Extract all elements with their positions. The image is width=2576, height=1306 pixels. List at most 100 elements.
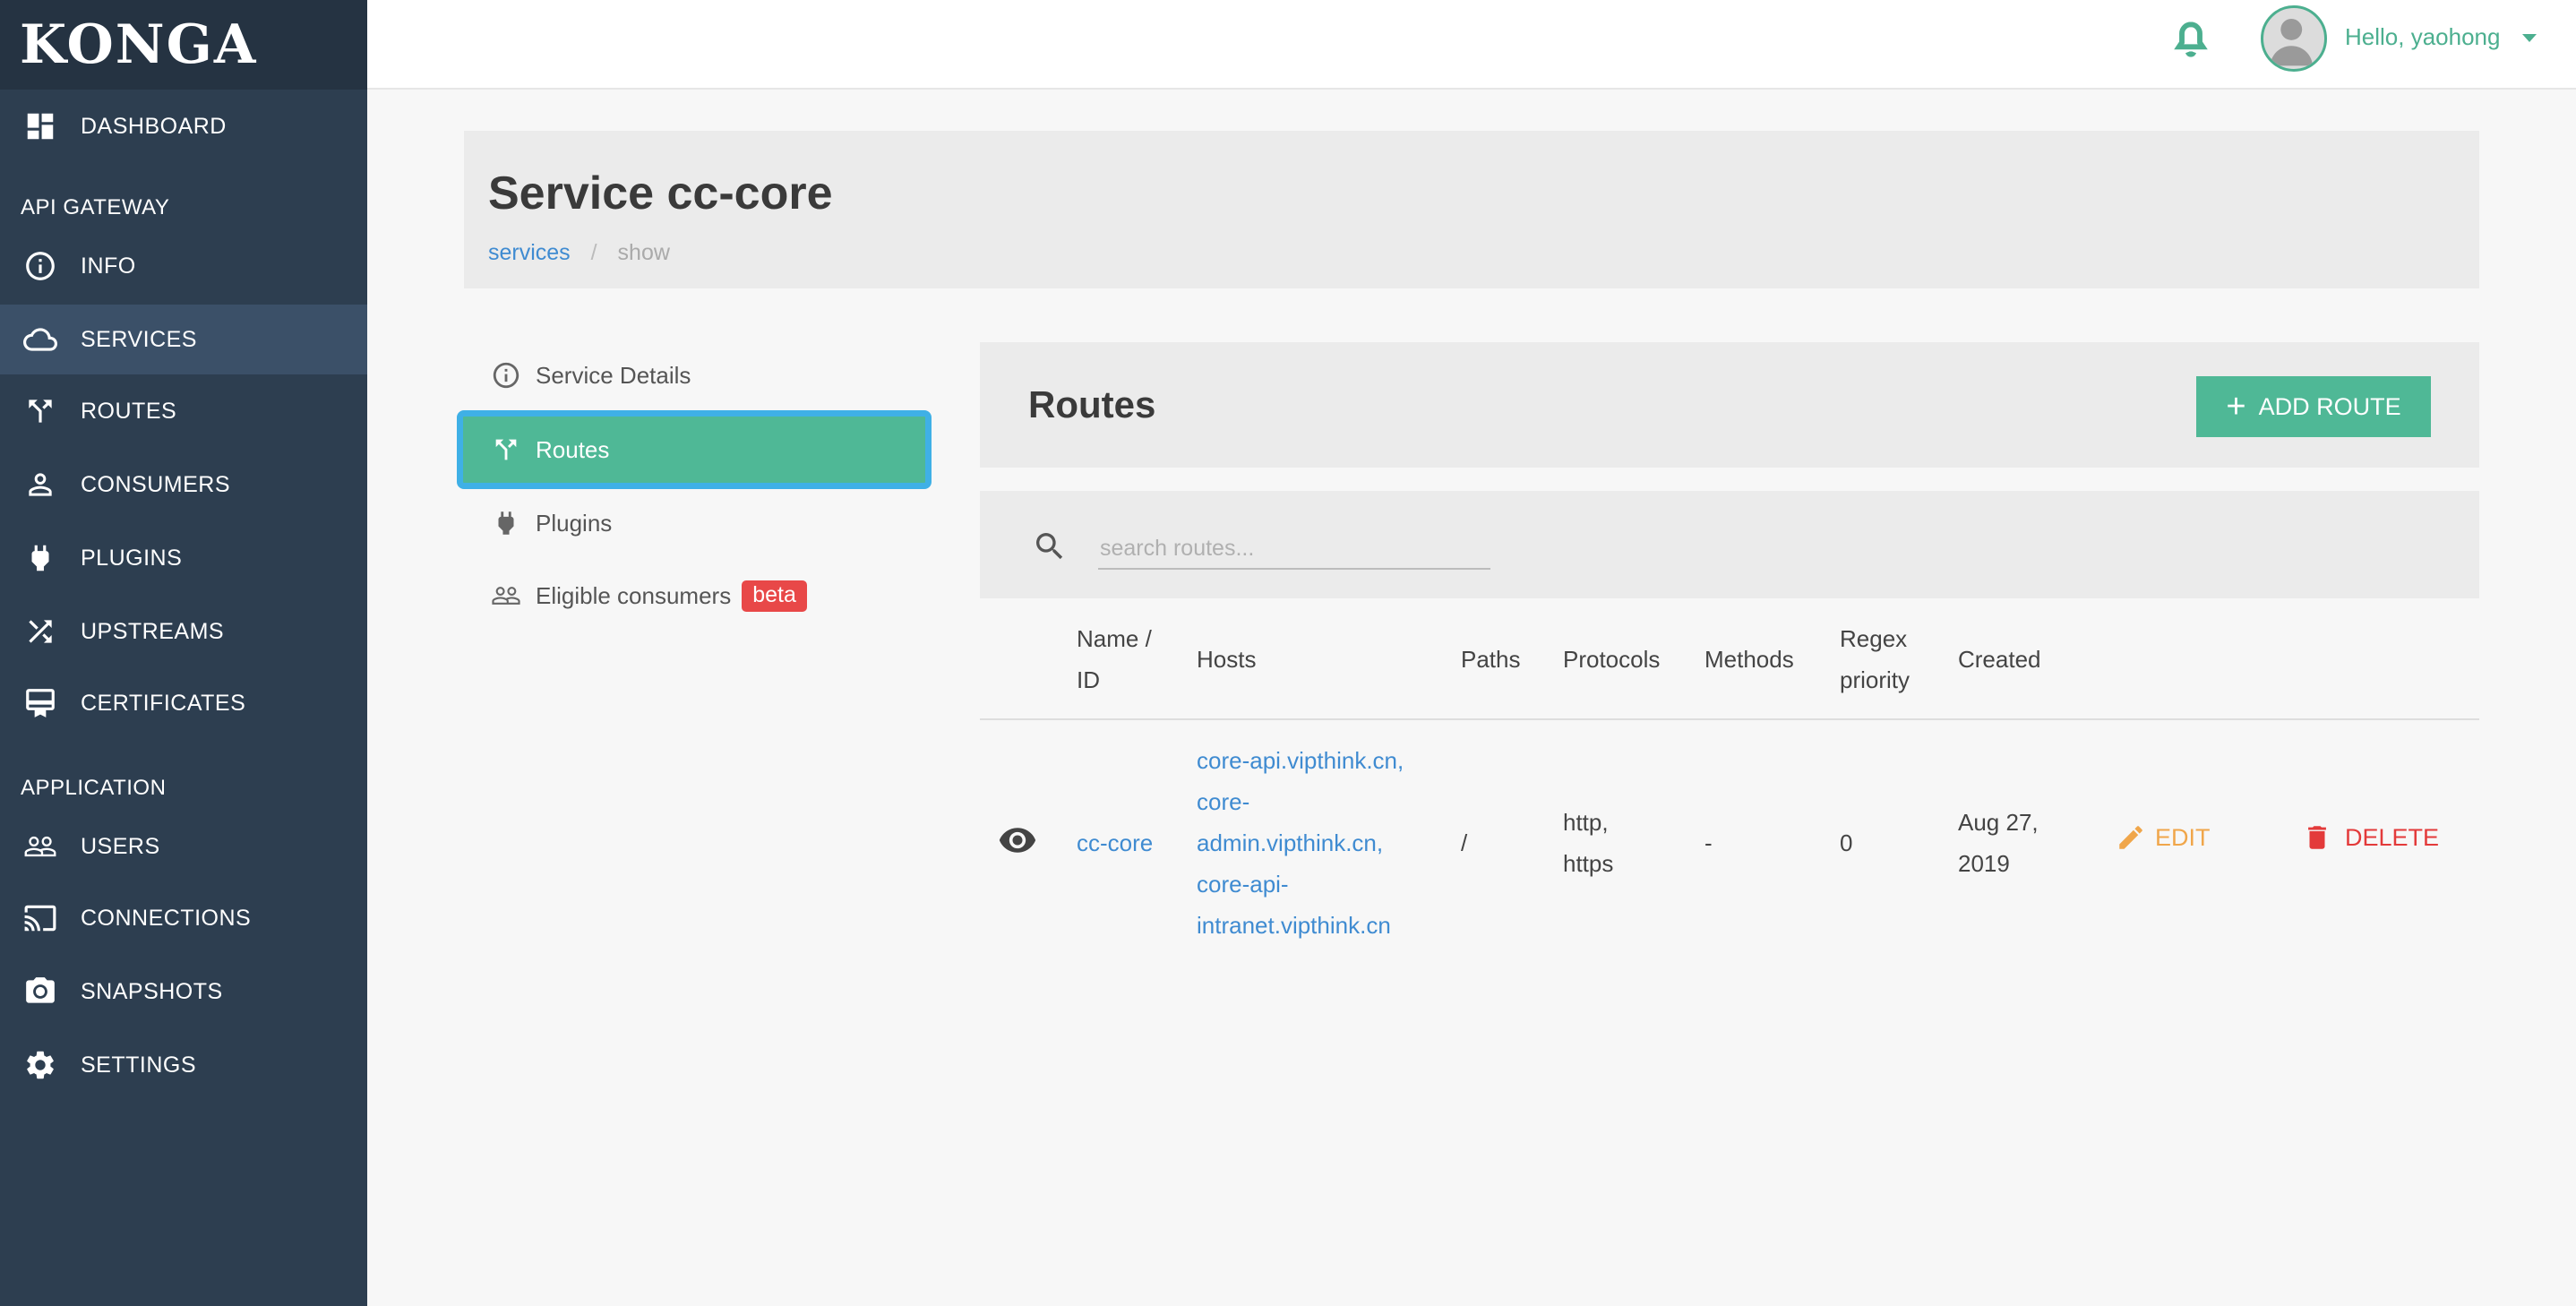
routes-title: Routes: [1028, 383, 1156, 425]
info-icon: [489, 358, 523, 392]
avatar[interactable]: [2261, 5, 2327, 72]
sidebar-item-users[interactable]: USERS: [0, 812, 367, 881]
plus-icon: +: [2226, 388, 2246, 425]
sidebar-item-label: CERTIFICATES: [81, 690, 246, 716]
sidebar-item-settings[interactable]: SETTINGS: [0, 1030, 367, 1100]
submenu-label: Eligible consumers: [536, 581, 732, 609]
route-hosts: core-api.vipthink.cn, core- admin.vipthi…: [1197, 740, 1404, 946]
konga-logo[interactable]: KONGA: [0, 0, 367, 90]
pencil-icon: [2119, 826, 2142, 849]
user-menu-greeting[interactable]: Hello, yaohong: [2345, 23, 2500, 51]
sidebar-item-connections[interactable]: CONNECTIONS: [0, 883, 367, 953]
bell-icon[interactable]: [2173, 20, 2209, 59]
col-paths[interactable]: Paths: [1461, 639, 1521, 680]
sidebar-item-label: ROUTES: [81, 398, 177, 424]
col-methods[interactable]: Methods: [1704, 639, 1794, 680]
info-icon: [21, 247, 59, 285]
person-icon: [21, 466, 59, 503]
breadcrumb-current: show: [617, 240, 670, 265]
submenu-plugins[interactable]: Plugins: [464, 492, 921, 554]
col-regex-priority[interactable]: Regex priority: [1840, 618, 1910, 700]
protocol-line: https: [1563, 850, 1614, 877]
add-route-button[interactable]: + ADD ROUTE: [2196, 376, 2431, 437]
sidebar-item-snapshots[interactable]: SNAPSHOTS: [0, 957, 367, 1027]
host-line: core-: [1197, 788, 1250, 815]
certificate-icon: [21, 684, 59, 722]
section-application: APPLICATION: [21, 776, 167, 800]
sidebar-item-dashboard[interactable]: DASHBOARD: [0, 91, 367, 161]
host-line: intranet.vipthink.cn: [1197, 912, 1391, 939]
route-name-link[interactable]: cc-core: [1077, 822, 1153, 864]
host-line: admin.vipthink.cn,: [1197, 829, 1384, 856]
route-regex-priority: 0: [1840, 829, 1853, 856]
sidebar-item-label: SNAPSHOTS: [81, 978, 223, 1004]
search-icon: [1032, 528, 1068, 564]
sidebar-item-label: SETTINGS: [81, 1052, 197, 1078]
col-name-line1: Name /: [1077, 625, 1152, 652]
created-line: Aug 27,: [1958, 809, 2039, 836]
search-routes-input[interactable]: [1098, 528, 1490, 570]
created-line: 2019: [1958, 850, 2010, 877]
dashboard-icon: [21, 107, 59, 145]
routes-icon: [489, 433, 523, 467]
host-line: core-api-: [1197, 871, 1289, 898]
page-title: Service cc-core: [488, 168, 833, 219]
page-header: Service cc-core services / show: [464, 131, 2479, 288]
edit-label: EDIT: [2155, 823, 2211, 851]
route-created: Aug 27, 2019: [1958, 802, 2039, 884]
col-name-line2: ID: [1077, 666, 1100, 693]
sidebar-item-label: DASHBOARD: [81, 113, 227, 139]
delete-label: DELETE: [2345, 823, 2440, 851]
chevron-down-icon[interactable]: [2522, 34, 2537, 42]
table-header: Name / ID Hosts Paths Protocols Methods …: [980, 600, 2479, 720]
trash-icon: [2308, 826, 2326, 849]
route-methods: -: [1704, 829, 1713, 856]
plug-icon: [21, 539, 59, 577]
breadcrumb: services / show: [488, 240, 670, 266]
submenu-label: Routes: [536, 435, 610, 463]
submenu-routes[interactable]: Routes: [464, 418, 921, 481]
host-line: core-api.vipthink.cn,: [1197, 747, 1404, 774]
sidebar-item-plugins[interactable]: PLUGINS: [0, 523, 367, 593]
eye-icon[interactable]: [998, 821, 1037, 860]
plug-icon: [489, 506, 523, 540]
sidebar: KONGA DASHBOARD API GATEWAY INFO SERVICE…: [0, 0, 367, 1306]
table-row: cc-core core-api.vipthink.cn, core- admi…: [980, 720, 2479, 962]
col-hosts[interactable]: Hosts: [1197, 639, 1256, 680]
topbar: [367, 0, 2576, 90]
submenu-label: Plugins: [536, 509, 613, 537]
col-created[interactable]: Created: [1958, 639, 2041, 680]
submenu-service-details[interactable]: Service Details: [464, 344, 921, 407]
sidebar-item-info[interactable]: INFO: [0, 231, 367, 301]
gear-icon: [21, 1046, 59, 1084]
sidebar-item-label: USERS: [81, 833, 160, 859]
sidebar-item-upstreams[interactable]: UPSTREAMS: [0, 597, 367, 666]
col-protocols[interactable]: Protocols: [1563, 639, 1660, 680]
add-route-label: ADD ROUTE: [2258, 392, 2401, 420]
sidebar-item-label: CONNECTIONS: [81, 905, 252, 931]
sidebar-item-label: INFO: [81, 253, 136, 279]
routes-header: Routes + ADD ROUTE: [980, 342, 2479, 468]
camera-icon: [21, 973, 59, 1010]
delete-button[interactable]: DELETE: [2302, 822, 2439, 853]
edit-button[interactable]: EDIT: [2116, 822, 2211, 853]
sidebar-item-routes[interactable]: ROUTES: [0, 376, 367, 446]
sidebar-item-certificates[interactable]: CERTIFICATES: [0, 668, 367, 738]
search-bar: [980, 491, 2479, 598]
submenu-eligible-consumers[interactable]: Eligible consumers beta: [464, 564, 921, 627]
protocol-line: http,: [1563, 809, 1609, 836]
sidebar-item-label: CONSUMERS: [81, 471, 231, 497]
sidebar-item-label: SERVICES: [81, 326, 197, 352]
sidebar-item-label: UPSTREAMS: [81, 618, 225, 644]
col-name[interactable]: Name / ID: [1077, 618, 1152, 700]
routes-icon: [21, 392, 59, 430]
beta-badge: beta: [742, 580, 807, 612]
breadcrumb-services-link[interactable]: services: [488, 240, 571, 265]
submenu-label: Service Details: [536, 361, 691, 389]
people-icon: [489, 579, 523, 613]
route-paths: /: [1461, 829, 1468, 856]
cloud-icon: [21, 321, 59, 358]
sidebar-item-services[interactable]: SERVICES: [0, 305, 367, 374]
sidebar-item-consumers[interactable]: CONSUMERS: [0, 450, 367, 520]
cast-icon: [21, 899, 59, 937]
